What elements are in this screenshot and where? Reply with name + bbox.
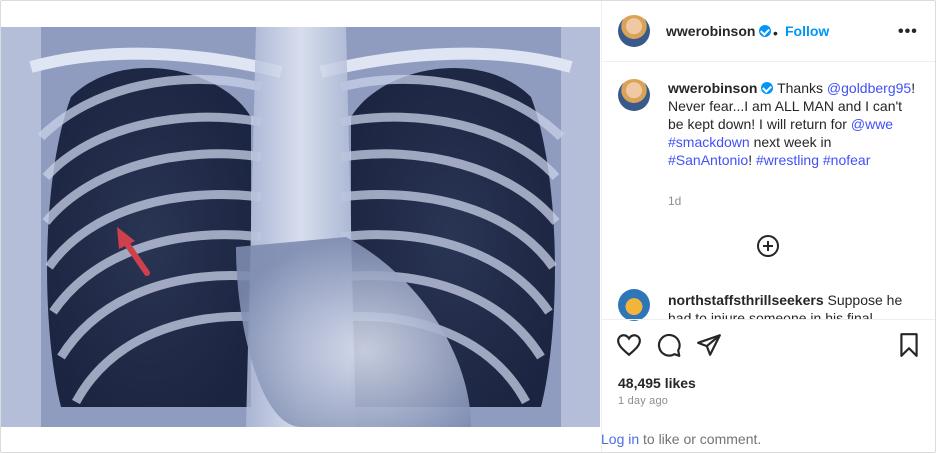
post-sidebar: wwerobinson • Follow ••• wwerobinson Tha…: [601, 1, 935, 452]
caption-avatar[interactable]: [618, 79, 650, 111]
action-bar: [602, 319, 935, 372]
post-image-xray: [1, 27, 600, 427]
post-timestamp[interactable]: 1 day ago: [618, 395, 668, 407]
verified-badge-icon: [759, 25, 772, 37]
mention-link[interactable]: @goldberg95: [827, 80, 911, 96]
comment-item: northstaffsthrillseekers Suppose he had …: [668, 291, 920, 319]
comment-username[interactable]: northstaffsthrillseekers: [668, 292, 824, 308]
post-header: wwerobinson • Follow •••: [602, 1, 935, 62]
bookmark-icon[interactable]: [896, 332, 922, 358]
add-comment-icon[interactable]: [756, 234, 780, 258]
caption-username[interactable]: wwerobinson: [668, 80, 757, 96]
caption-age: 1d: [668, 194, 682, 208]
hashtag-link[interactable]: #nofear: [823, 152, 870, 168]
hashtag-link[interactable]: #wrestling: [756, 152, 819, 168]
follow-button[interactable]: Follow: [785, 23, 829, 39]
caption-text: next week in: [753, 134, 832, 150]
comment-avatar[interactable]: [618, 289, 650, 321]
header-username[interactable]: wwerobinson: [666, 23, 772, 39]
hashtag-link[interactable]: #smackdown: [668, 134, 750, 150]
separator-dot: •: [773, 25, 778, 41]
verified-badge-icon: [761, 82, 774, 94]
more-options-icon[interactable]: •••: [898, 23, 918, 41]
mention-link[interactable]: @wwe: [851, 116, 893, 132]
post-modal: wwerobinson • Follow ••• wwerobinson Tha…: [0, 0, 936, 453]
share-icon[interactable]: [696, 332, 722, 358]
avatar[interactable]: [618, 15, 650, 47]
login-link[interactable]: Log in: [601, 431, 639, 447]
likes-count[interactable]: 48,495 likes: [618, 375, 696, 391]
username-text[interactable]: wwerobinson: [666, 23, 755, 39]
login-prompt-text: to like or comment.: [643, 431, 762, 447]
caption-text: Thanks: [777, 80, 824, 96]
post-caption: wwerobinson Thanks @goldberg95! Never fe…: [668, 79, 918, 169]
heart-icon[interactable]: [616, 332, 642, 358]
caption-text: !: [748, 152, 753, 168]
xray-image: [1, 27, 600, 427]
hashtag-link[interactable]: #SanAntonio: [668, 152, 748, 168]
comment-icon[interactable]: [656, 332, 682, 358]
